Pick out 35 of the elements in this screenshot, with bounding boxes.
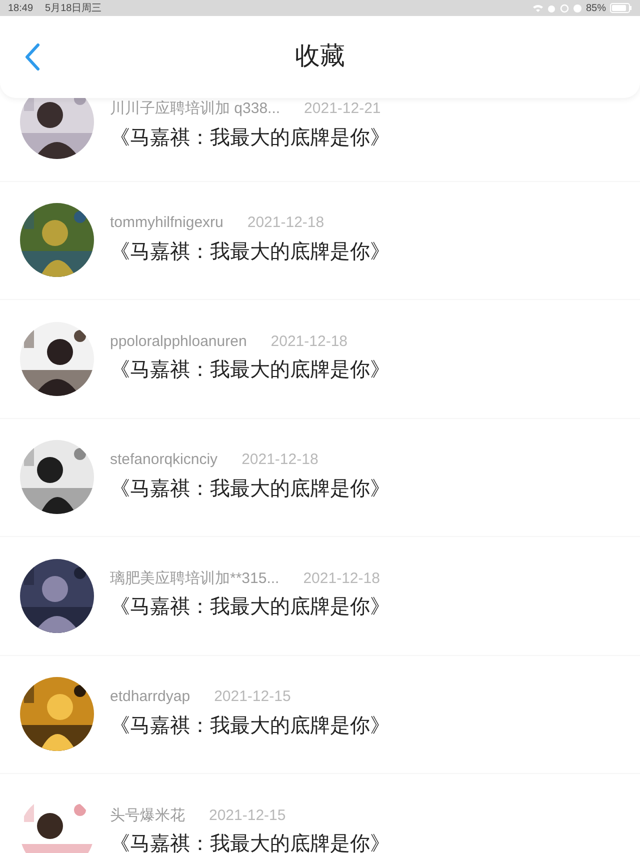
article-title: 《马嘉祺：我最大的底牌是你》 — [110, 595, 390, 620]
author-name: stefanorqkicnciy — [110, 450, 218, 470]
status-date: 5月18日周三 — [45, 2, 102, 16]
favorite-item[interactable]: ppoloralpphloanuren 2021-12-18 《马嘉祺：我最大的底牌是你》 — [0, 300, 640, 418]
article-title: 《马嘉祺：我最大的底牌是你》 — [110, 714, 390, 738]
post-date: 2021-12-18 — [303, 568, 380, 588]
page-title: 收藏 — [295, 41, 345, 72]
post-date: 2021-12-18 — [242, 450, 318, 470]
battery-icon — [610, 3, 632, 13]
favorite-item[interactable]: 川川子应聘培训加 q338... 2021-12-21 《马嘉祺：我最大的底牌是你》 — [0, 98, 640, 182]
article-title: 《马嘉祺：我最大的底牌是你》 — [110, 358, 390, 383]
back-icon — [24, 43, 40, 71]
author-name: 川川子应聘培训加 q338... — [110, 99, 280, 119]
favorite-item[interactable]: etdharrdyap 2021-12-15 《马嘉祺：我最大的底牌是你》 — [0, 656, 640, 774]
author-name: 头号爆米花 — [110, 806, 185, 826]
post-date: 2021-12-15 — [214, 687, 291, 707]
favorite-item[interactable]: stefanorqkicnciy 2021-12-18 《马嘉祺：我最大的底牌是你》 — [0, 418, 640, 537]
author-name: 璃肥美应聘培训加**315... — [110, 568, 280, 588]
article-title: 《马嘉祺：我最大的底牌是你》 — [110, 126, 390, 150]
article-title: 《马嘉祺：我最大的底牌是你》 — [110, 832, 390, 853]
post-date: 2021-12-21 — [304, 99, 381, 119]
article-title: 《马嘉祺：我最大的底牌是你》 — [110, 476, 390, 502]
author-name: etdharrdyap — [110, 687, 190, 707]
favorite-item[interactable]: 头号爆米花 2021-12-15 《马嘉祺：我最大的底牌是你》 — [0, 774, 640, 853]
post-date: 2021-12-18 — [247, 213, 324, 233]
post-date: 2021-12-18 — [270, 332, 348, 352]
status-time: 18:49 — [8, 2, 34, 16]
article-title: 《马嘉祺：我最大的底牌是你》 — [110, 240, 390, 264]
author-name: tommyhilfnigexru — [110, 213, 224, 233]
battery-percent: 85% — [586, 2, 606, 16]
wifi-icon — [532, 4, 543, 12]
author-name: ppoloralpphloanuren — [110, 332, 247, 352]
post-date: 2021-12-15 — [209, 806, 286, 826]
favorite-item[interactable]: tommyhilfnigexru 2021-12-18 《马嘉祺：我最大的底牌是你》 — [0, 182, 640, 300]
favorite-item[interactable]: 璃肥美应聘培训加**315... 2021-12-18 《马嘉祺：我最大的底牌是你》 — [0, 537, 640, 656]
